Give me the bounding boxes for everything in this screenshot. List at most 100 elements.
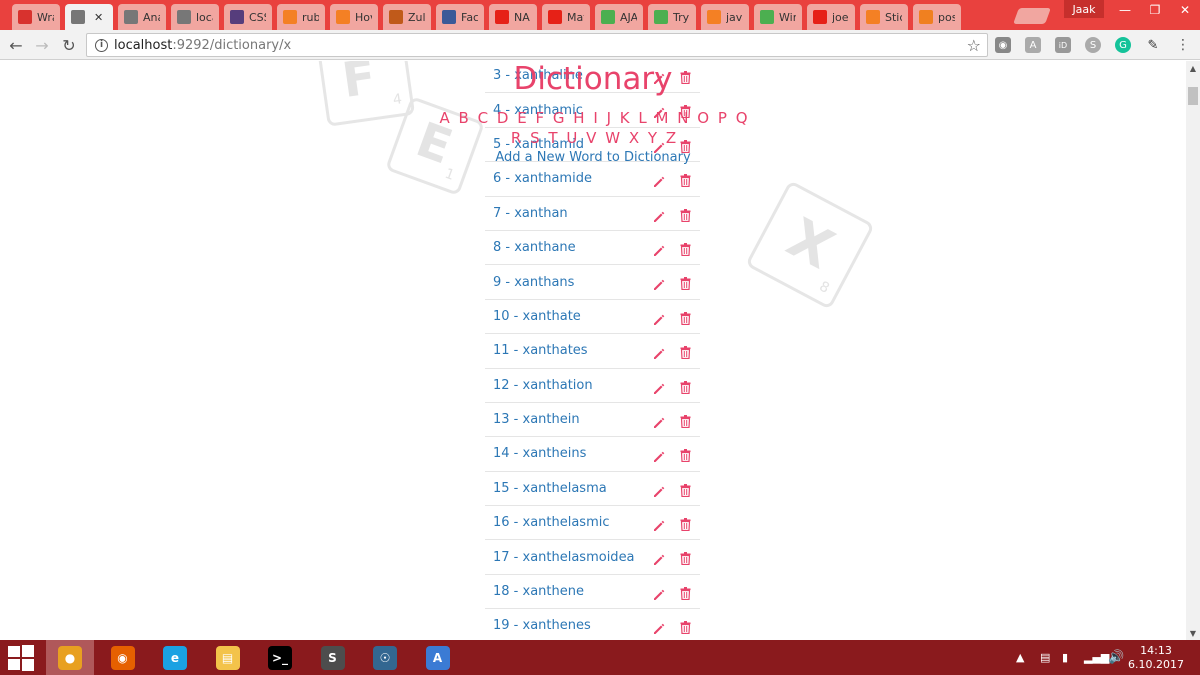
letter-link-d[interactable]: D <box>497 109 510 127</box>
browser-tab[interactable]: CSS <box>224 4 272 30</box>
delete-trash-icon[interactable] <box>680 619 691 635</box>
user-profile-button[interactable]: Jaak <box>1064 0 1104 18</box>
word-link[interactable]: 18 - xanthene <box>493 584 584 599</box>
reload-button[interactable]: ↻ <box>59 35 79 55</box>
grammarly-extension-icon[interactable]: G <box>1115 37 1131 53</box>
back-button[interactable]: ← <box>6 35 26 55</box>
eyedropper-extension-icon[interactable]: ✎ <box>1145 37 1161 53</box>
letter-link-r[interactable]: R <box>511 129 522 147</box>
windows-start-icon[interactable] <box>8 645 34 671</box>
word-link[interactable]: 17 - xanthelasmoidea <box>493 550 635 565</box>
letter-link-j[interactable]: J <box>607 109 612 127</box>
browser-tab[interactable]: AJA <box>595 4 643 30</box>
browser-tab[interactable]: ruby <box>277 4 325 30</box>
edit-pencil-icon[interactable] <box>653 483 665 497</box>
letter-link-i[interactable]: I <box>593 109 598 127</box>
taskbar-app-paint[interactable]: A <box>414 640 462 675</box>
word-link[interactable]: 11 - xanthates <box>493 343 588 358</box>
delete-trash-icon[interactable] <box>680 241 691 257</box>
delete-trash-icon[interactable] <box>680 207 691 222</box>
letter-link-q[interactable]: Q <box>736 109 749 127</box>
letter-link-m[interactable]: M <box>656 109 670 127</box>
restore-icon[interactable]: ❐ <box>1140 0 1170 20</box>
letter-link-t[interactable]: T <box>548 129 558 147</box>
letter-link-h[interactable]: H <box>573 109 585 127</box>
letter-link-w[interactable]: W <box>605 129 621 147</box>
delete-trash-icon[interactable] <box>680 379 691 394</box>
skype-extension-icon[interactable]: S <box>1085 37 1101 53</box>
browser-tab[interactable]: joe <box>807 4 855 30</box>
delete-trash-icon[interactable] <box>680 482 691 497</box>
edit-pencil-icon[interactable] <box>653 242 665 256</box>
word-link[interactable]: 16 - xanthelasmic <box>493 515 610 530</box>
edit-pencil-icon[interactable] <box>653 620 665 635</box>
letter-link-u[interactable]: U <box>566 129 578 147</box>
delete-trash-icon[interactable] <box>680 413 691 429</box>
browser-tab[interactable]: Wra <box>12 4 60 30</box>
edit-pencil-icon[interactable] <box>653 345 665 360</box>
tray-battery-icon[interactable]: ▮ <box>1062 640 1068 675</box>
delete-trash-icon[interactable] <box>680 172 691 188</box>
browser-tab[interactable]: Win <box>754 4 802 30</box>
word-link[interactable]: 12 - xanthation <box>493 378 593 393</box>
scroll-down-arrow-icon[interactable]: ▼ <box>1186 626 1200 640</box>
edit-pencil-icon[interactable] <box>653 586 665 600</box>
word-link[interactable]: 10 - xanthate <box>493 309 581 324</box>
forward-button[interactable]: → <box>32 35 52 55</box>
delete-trash-icon[interactable] <box>680 585 691 600</box>
delete-trash-icon[interactable] <box>680 310 691 325</box>
edit-pencil-icon[interactable] <box>653 173 665 188</box>
taskbar-app-postgres[interactable]: ☉ <box>361 640 409 675</box>
edit-pencil-icon[interactable] <box>653 414 665 428</box>
word-link[interactable]: 15 - xanthelasma <box>493 481 607 496</box>
edit-pencil-icon[interactable] <box>653 276 665 291</box>
word-link[interactable]: 7 - xanthan <box>493 206 568 221</box>
edit-pencil-icon[interactable] <box>653 208 665 222</box>
word-link[interactable]: 13 - xanthein <box>493 412 580 427</box>
tray-signal-icon[interactable]: ▂▄▆ <box>1084 640 1109 675</box>
browser-tab[interactable]: ́✕ <box>65 4 113 30</box>
word-link[interactable]: 14 - xantheins <box>493 446 586 461</box>
letter-link-y[interactable]: Y <box>648 129 658 147</box>
letter-link-a[interactable]: A <box>439 109 450 127</box>
new-tab-button[interactable] <box>1013 8 1051 24</box>
word-link[interactable]: 19 - xanthenes <box>493 618 591 633</box>
browser-tab[interactable]: Mat <box>542 4 590 30</box>
letter-link-l[interactable]: L <box>638 109 647 127</box>
edit-pencil-icon[interactable] <box>653 551 665 566</box>
page-scrollbar[interactable]: ▲ ▼ <box>1186 61 1200 640</box>
letter-link-k[interactable]: K <box>620 109 631 127</box>
edit-pencil-icon[interactable] <box>653 448 665 463</box>
delete-trash-icon[interactable] <box>680 275 691 291</box>
address-bar[interactable]: i localhost:9292/dictionary/x ☆ <box>86 33 988 57</box>
letter-link-n[interactable]: N <box>677 109 689 127</box>
browser-tab[interactable]: Tryi <box>648 4 696 30</box>
delete-trash-icon[interactable] <box>680 516 691 532</box>
word-link[interactable]: 6 - xanthamide <box>493 171 592 186</box>
tray-volume-icon[interactable]: 🔊 <box>1108 640 1124 675</box>
browser-tab[interactable]: NA <box>489 4 537 30</box>
taskbar-clock[interactable]: 14:13 6.10.2017 <box>1128 644 1184 672</box>
delete-trash-icon[interactable] <box>680 344 691 360</box>
letter-link-b[interactable]: B <box>459 109 470 127</box>
camera-extension-icon[interactable]: ◉ <box>995 37 1011 53</box>
browser-tab[interactable]: Zule <box>383 4 431 30</box>
letter-link-o[interactable]: O <box>697 109 710 127</box>
browser-tab[interactable]: Hov <box>330 4 378 30</box>
browser-tab[interactable]: pos <box>913 4 961 30</box>
letter-link-p[interactable]: P <box>718 109 728 127</box>
letter-link-g[interactable]: G <box>553 109 566 127</box>
info-icon[interactable]: i <box>95 38 108 52</box>
browser-tab[interactable]: loca <box>171 4 219 30</box>
id-extension-icon[interactable]: iD <box>1055 37 1071 53</box>
browser-tab[interactable]: Stic <box>860 4 908 30</box>
browser-tab[interactable]: java <box>701 4 749 30</box>
edit-pencil-icon[interactable] <box>653 311 665 325</box>
letter-link-x[interactable]: X <box>629 129 640 147</box>
delete-trash-icon[interactable] <box>680 550 691 566</box>
minimize-icon[interactable]: — <box>1110 0 1140 20</box>
menu-kebab-icon[interactable]: ⋮ <box>1175 37 1191 53</box>
browser-tab[interactable]: Face <box>436 4 484 30</box>
close-tab-icon[interactable]: ✕ <box>94 11 103 24</box>
letter-link-z[interactable]: Z <box>666 129 677 147</box>
